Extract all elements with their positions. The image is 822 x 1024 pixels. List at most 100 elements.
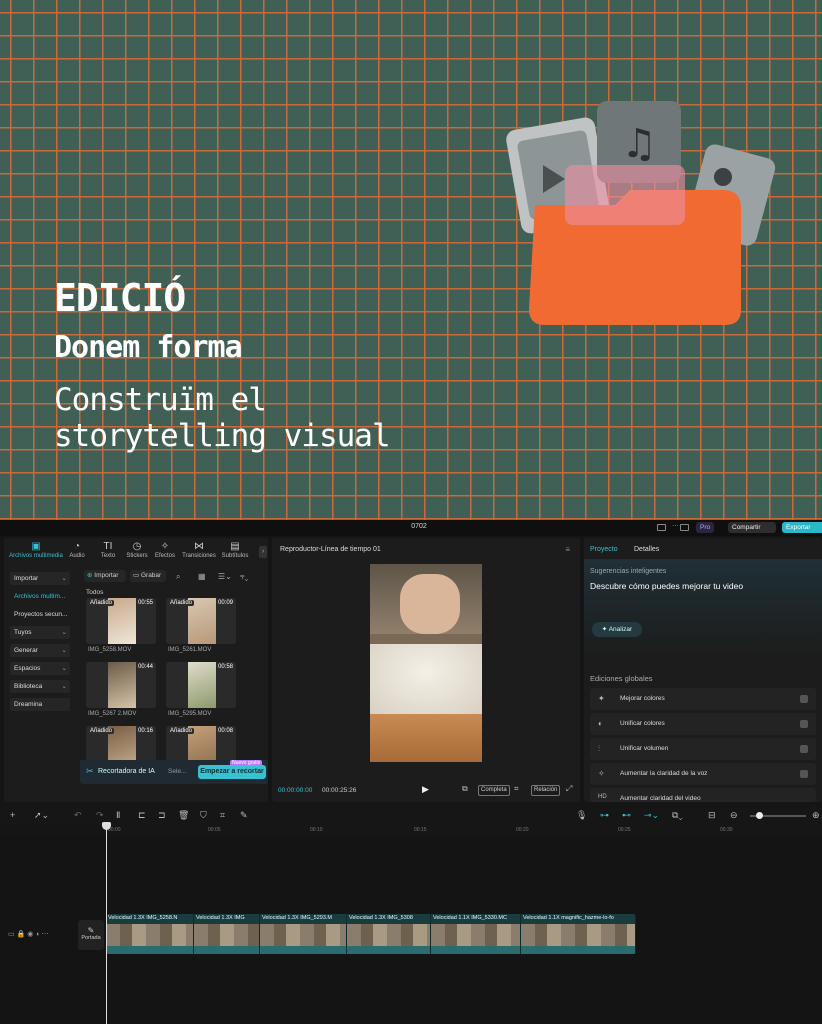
snap-icon[interactable]: ⊸⌄ — [644, 810, 659, 821]
global-edit-video-clarity[interactable]: HD Aumentar claridad del video — [590, 788, 816, 802]
tab-text[interactable]: TI Texto — [93, 541, 123, 559]
media-clip[interactable]: 00:44 — [86, 662, 156, 708]
sidebar-item-yours[interactable]: Tuyos ⌄ — [10, 626, 70, 639]
lock-icon[interactable]: 🔒 — [17, 931, 26, 938]
tab-subtitles[interactable]: ▤ Subtítulos — [218, 541, 252, 559]
cover-button[interactable]: ✎ Portada — [78, 920, 104, 950]
ruler-tick: 00:05 — [208, 827, 221, 833]
record-label: Grabar — [140, 572, 162, 579]
sidebar-item-spaces[interactable]: Espacios ⌄ — [10, 662, 70, 675]
tab-details[interactable]: Detalles — [634, 546, 659, 553]
sidebar-item-library[interactable]: Biblioteca ⌄ — [10, 680, 70, 693]
toggle[interactable] — [800, 745, 808, 753]
eye-icon[interactable]: ◉ — [27, 931, 33, 938]
screen-icon[interactable] — [680, 524, 689, 531]
redo-icon[interactable]: ↷ — [96, 810, 104, 821]
menu-icon[interactable]: ⋯ — [672, 522, 679, 530]
global-edit-unify-volume[interactable]: ⫶ Unificar volumen — [590, 738, 816, 760]
media-clip[interactable]: 00:58 — [166, 662, 236, 708]
add-icon[interactable]: + — [10, 810, 15, 820]
magnet-icon[interactable]: ⊷ — [622, 810, 631, 821]
trim-right-icon[interactable]: ⊐ — [158, 810, 166, 821]
timeline-clip[interactable]: Velocidad 1.1X IMG_5330.MC — [431, 914, 521, 954]
added-badge: Añadido — [168, 728, 195, 734]
microphone-icon[interactable]: 🎙 — [576, 810, 587, 821]
global-edit-voice-clarity[interactable]: ✧ Aumentar la claridad de la voz — [590, 763, 816, 785]
tab-stickers[interactable]: ◷ Stickers — [122, 541, 152, 559]
zoom-slider[interactable] — [750, 812, 806, 819]
trim-left-icon[interactable]: ⊏ — [138, 810, 146, 821]
record-button[interactable]: ▭ Grabar — [130, 570, 166, 582]
snapshot-icon[interactable]: ⌗ — [514, 784, 519, 794]
added-badge: Añadido — [88, 728, 115, 734]
cover-label: Portada — [81, 935, 101, 941]
link-icon[interactable]: ⊶ — [600, 810, 609, 821]
crop-icon[interactable]: ⧉ — [462, 784, 468, 794]
full-view-button[interactable]: Completa — [478, 785, 510, 796]
layout-icon[interactable] — [657, 524, 666, 531]
tab-audio[interactable]: ◔ Audio — [62, 541, 92, 559]
tab-media[interactable]: ▣ Archivos multimedia — [6, 541, 66, 559]
filter-icon[interactable]: ⫧⌄ — [240, 572, 248, 582]
fit-icon[interactable]: ⊟ — [708, 810, 716, 821]
zoom-out-icon[interactable]: ⊖ — [730, 810, 738, 821]
chevron-right-icon[interactable]: › — [259, 546, 267, 558]
view-grid-icon[interactable]: ▦ — [198, 572, 206, 581]
crop-icon[interactable]: ⌗ — [220, 810, 225, 821]
analyze-button[interactable]: ✦ Analizar — [592, 622, 642, 637]
video-track[interactable]: Velocidad 1.3X IMG_5258.N Velocidad 1.3X … — [106, 914, 636, 954]
zoom-in-icon[interactable]: ⊕ — [812, 810, 820, 821]
toggle[interactable] — [800, 720, 808, 728]
clip-label: Velocidad 1.3X IMG_5293.M — [262, 915, 333, 921]
ai-trimmer-label: Recortadora de IA — [98, 768, 155, 775]
timeline-clip[interactable]: Velocidad 1.1X magnific_hazme-lo-fo — [521, 914, 636, 954]
search-icon[interactable]: ⌕ — [176, 572, 180, 582]
media-clip[interactable]: Añadido 00:55 — [86, 598, 156, 644]
select-dropdown[interactable]: Sele... — [168, 768, 186, 775]
toggle[interactable] — [800, 695, 808, 703]
timeline-clip[interactable]: Velocidad 1.3X IMG — [194, 914, 260, 954]
sidebar-item-import[interactable]: Importar ⌄ — [10, 572, 70, 585]
toggle[interactable] — [800, 770, 808, 778]
menu-icon[interactable]: ≡ — [565, 545, 570, 554]
ruler-tick: 00:25 — [618, 827, 631, 833]
share-button[interactable]: Compartir — [728, 522, 776, 533]
play-icon[interactable]: ▶ — [422, 784, 429, 795]
import-button[interactable]: ⊕ Importar — [84, 570, 126, 582]
audio-icon[interactable]: ◖ — [35, 931, 39, 938]
timeline-clip[interactable]: Velocidad 1.3X IMG_5308 — [347, 914, 431, 954]
aspect-ratio-button[interactable]: Relación — [531, 785, 561, 796]
tab-effects[interactable]: ✧ Efectos — [150, 541, 180, 559]
sidebar-item-dreamina[interactable]: Dreamina — [10, 698, 70, 711]
export-button[interactable]: Exportar — [782, 522, 822, 533]
start-trimming-button[interactable]: Empezar a recortar — [198, 765, 266, 779]
preview-axis-icon[interactable]: ⧉⌄ — [672, 810, 683, 821]
split-icon[interactable]: Ⅱ — [116, 810, 120, 821]
timeline-clip[interactable]: Velocidad 1.3X IMG_5258.N — [106, 914, 194, 954]
global-edit-unify-colors[interactable]: ◐ Unificar colores — [590, 713, 816, 735]
delete-icon[interactable]: 🗑 — [178, 810, 189, 821]
track-hide-icon[interactable]: ▭ — [8, 931, 15, 938]
sidebar-item-secondary-projects[interactable]: Proyectos secun... — [10, 608, 70, 621]
tab-transitions[interactable]: ⋈ Transiciones — [179, 541, 219, 559]
sidebar-item-media-files[interactable]: Archivos multim... — [10, 590, 70, 603]
shield-icon[interactable]: ⛉ — [200, 810, 207, 821]
timeline-clip[interactable]: Velocidad 1.3X IMG_5293.M — [260, 914, 347, 954]
magic-edit-icon[interactable]: ✎ — [240, 810, 248, 821]
sort-icon[interactable]: ☰⌄ — [218, 572, 232, 581]
sidebar-item-generate[interactable]: Generar ⌄ — [10, 644, 70, 657]
select-tool-icon[interactable]: ➚⌄ — [34, 810, 49, 821]
undo-icon[interactable]: ↶ — [74, 810, 82, 821]
clip-waveform — [260, 946, 346, 954]
zoom-slider-handle[interactable] — [756, 812, 763, 819]
fullscreen-icon[interactable]: ⤢ — [566, 784, 572, 794]
clip-waveform — [194, 946, 259, 954]
sidebar-item-label: Dreamina — [14, 701, 43, 708]
media-clip[interactable]: Añadido 00:09 — [166, 598, 236, 644]
pro-badge[interactable]: Pro — [696, 522, 715, 533]
more-icon[interactable]: ⋯ — [42, 931, 49, 938]
video-preview[interactable] — [370, 564, 482, 762]
tab-project[interactable]: Proyecto — [590, 546, 618, 553]
playhead[interactable] — [106, 823, 107, 1024]
global-edit-enhance-colors[interactable]: ✦ Mejorar colores — [590, 688, 816, 710]
